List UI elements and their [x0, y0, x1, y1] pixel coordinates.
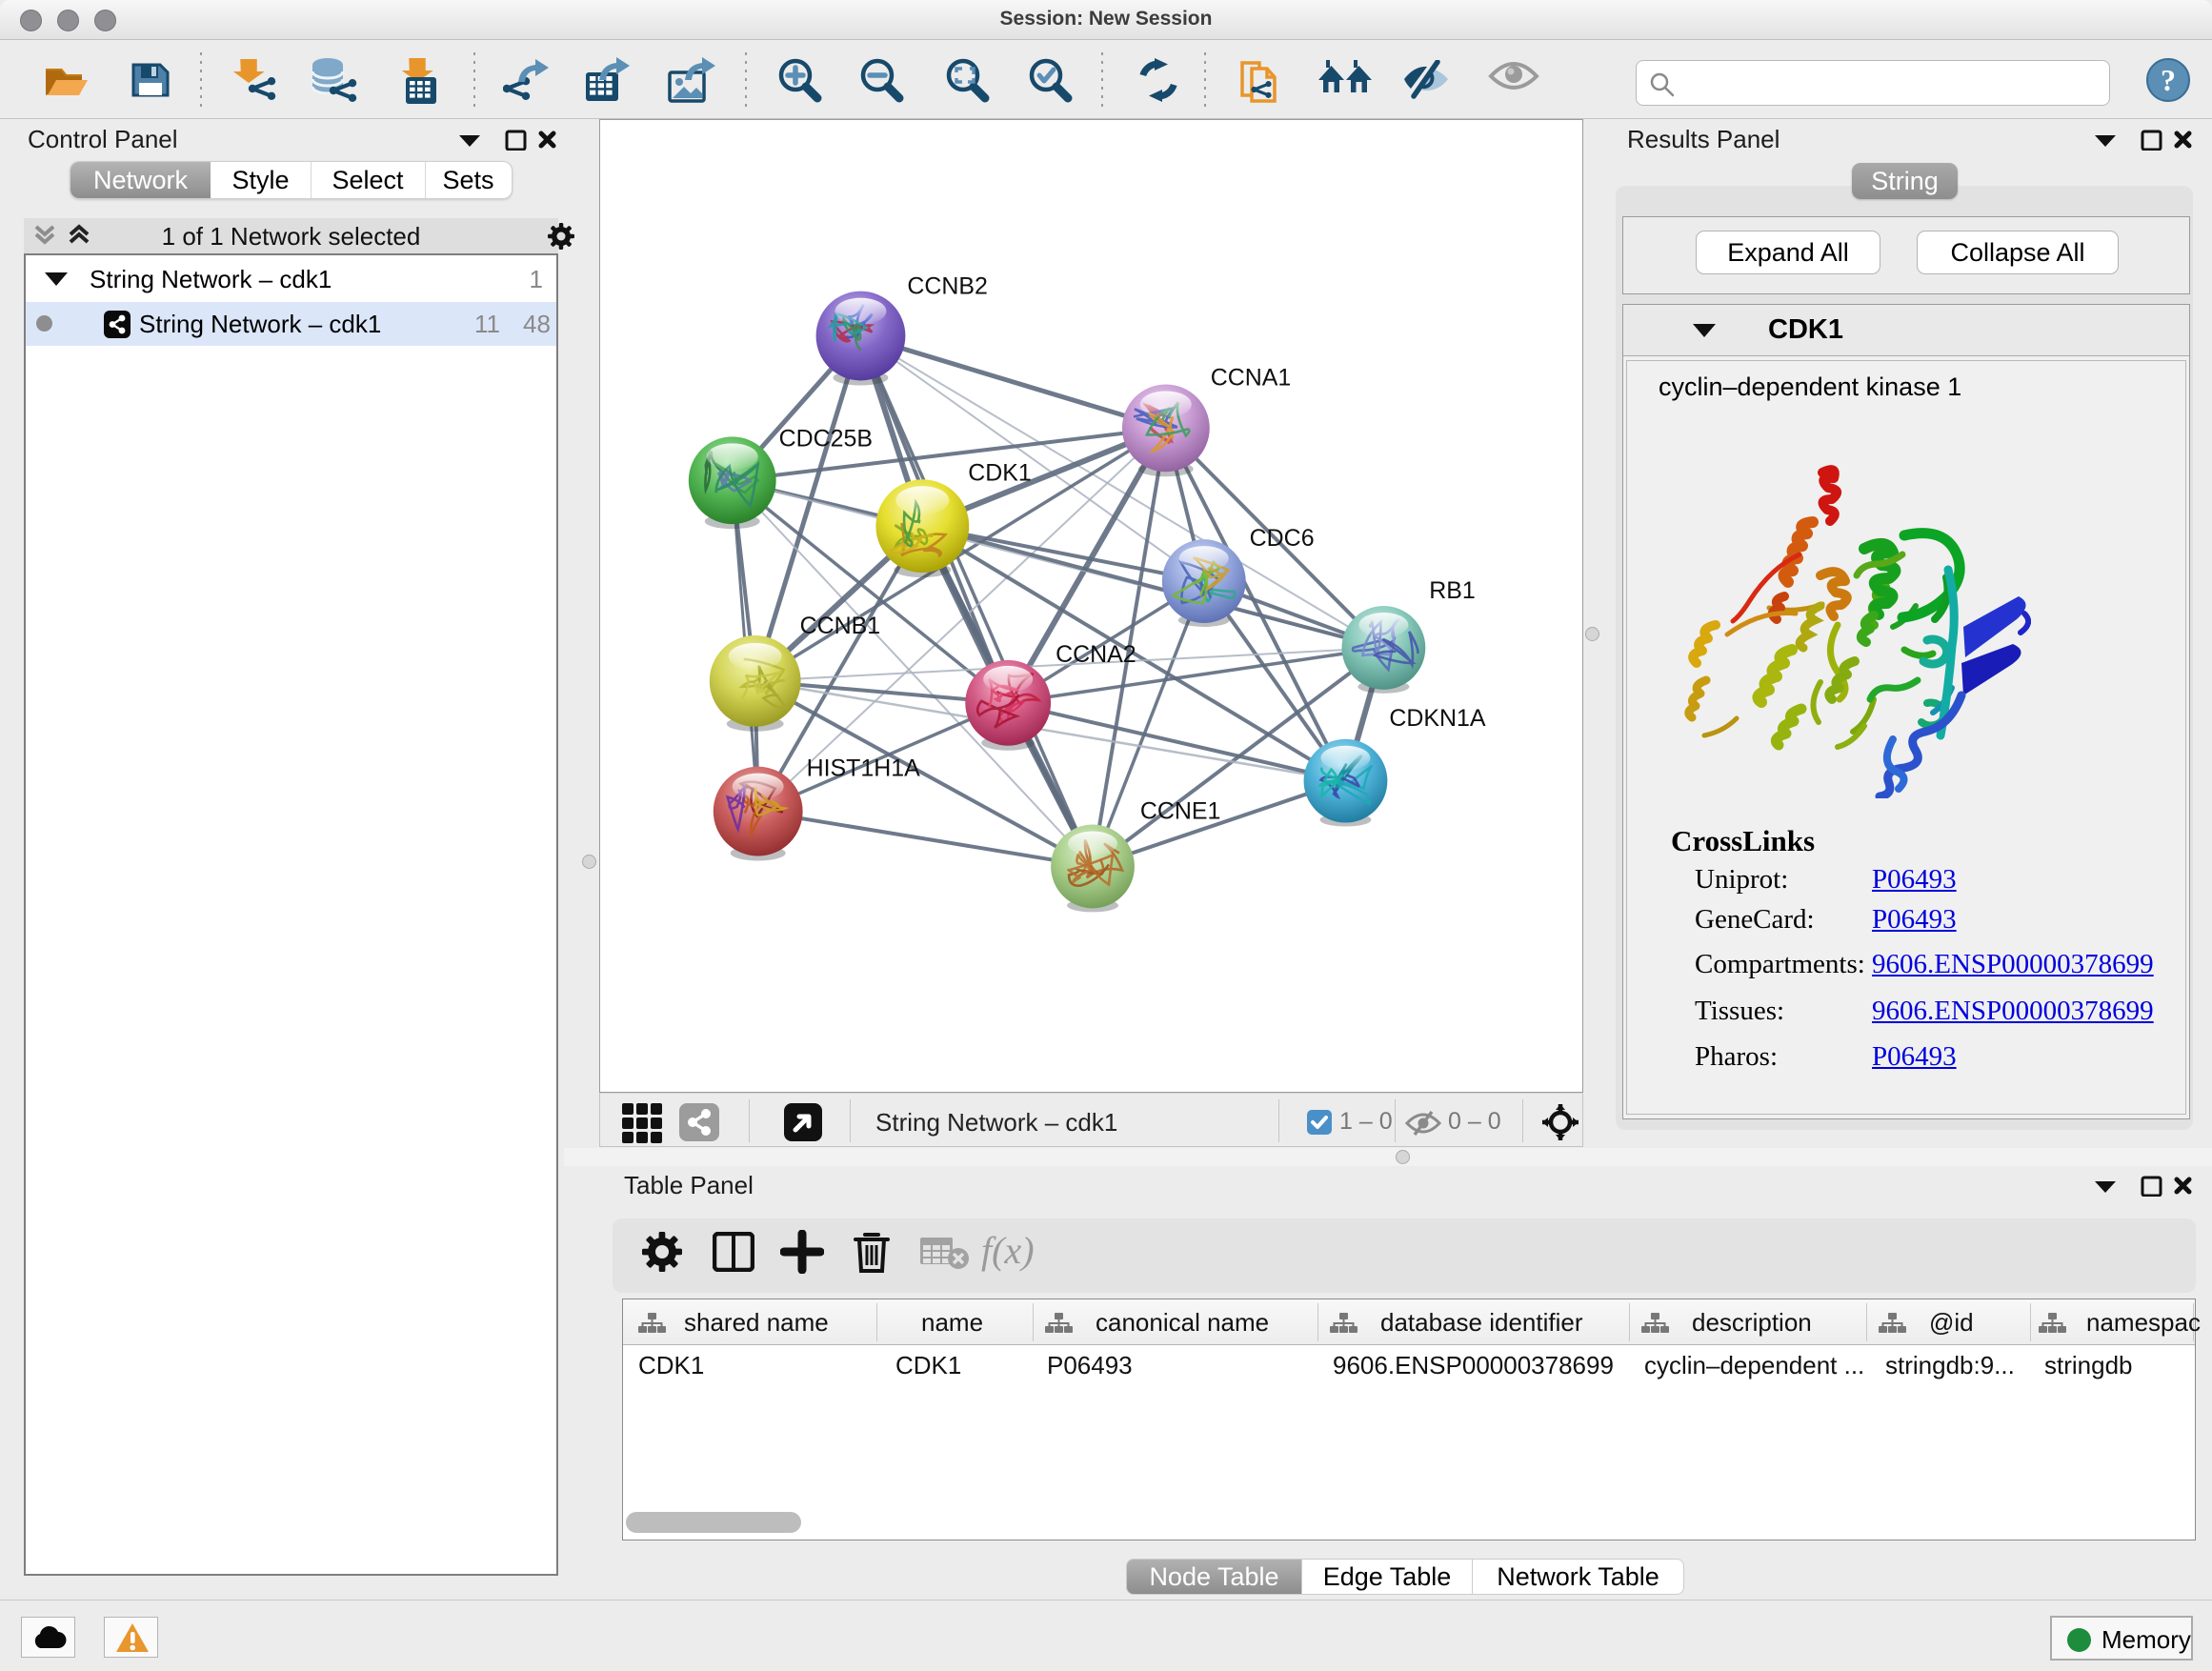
svg-text:CCNE1: CCNE1: [1140, 798, 1221, 825]
svg-text:CCNA1: CCNA1: [1211, 364, 1292, 391]
svg-text:CCNB2: CCNB2: [907, 273, 988, 300]
svg-text:CDC6: CDC6: [1250, 525, 1315, 552]
svg-text:RB1: RB1: [1429, 577, 1476, 604]
svg-text:CCNA2: CCNA2: [1056, 641, 1136, 668]
svg-text:CDKN1A: CDKN1A: [1389, 705, 1486, 732]
svg-text:CDK1: CDK1: [968, 459, 1032, 486]
svg-text:CCNB1: CCNB1: [800, 613, 881, 639]
svg-text:?: ?: [2161, 63, 2176, 97]
svg-text:CDC25B: CDC25B: [779, 425, 873, 452]
svg-text:HIST1H1A: HIST1H1A: [807, 755, 921, 782]
